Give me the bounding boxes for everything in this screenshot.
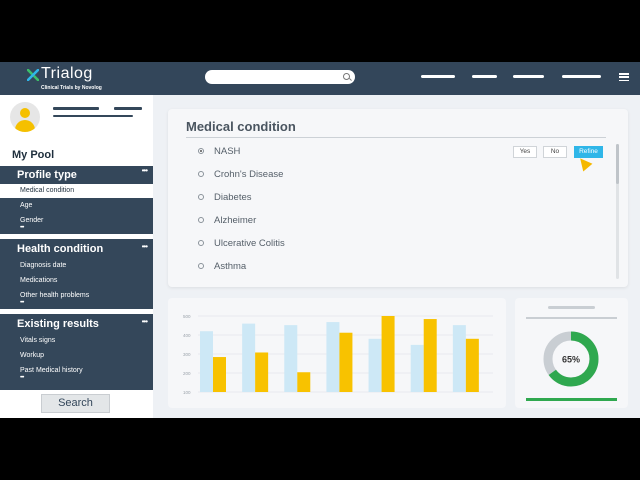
profile-type-section: Profile type ••• Medical condition Age G… — [0, 166, 153, 234]
donut-subtitle-placeholder — [526, 317, 617, 319]
section-title: Existing results — [17, 318, 99, 330]
app-tagline: Clinical Trials by Novolog — [41, 85, 102, 91]
more-items-icon[interactable]: ••• — [20, 300, 24, 306]
bar-series-2[interactable] — [213, 357, 226, 392]
refine-button[interactable]: Refine — [574, 146, 603, 158]
profile-line-placeholder — [53, 115, 133, 117]
sidebar-item-diagnosis-date[interactable]: Diagnosis date — [20, 262, 66, 269]
app-window: Trialog Clinical Trials by Novolog My Po… — [0, 62, 640, 418]
app-name: Trialog — [41, 65, 93, 82]
section-title: Profile type — [17, 169, 77, 181]
more-icon[interactable]: ••• — [142, 317, 148, 326]
radio-selected-icon[interactable] — [198, 148, 204, 154]
bar-chart-card: 500 400 300 200 100 — [168, 298, 506, 408]
bar-series-1[interactable] — [200, 331, 213, 392]
bar-series-1[interactable] — [284, 325, 298, 392]
sidebar-item-label: Medical condition — [20, 187, 75, 194]
sidebar-item-workup[interactable]: Workup — [20, 352, 44, 359]
sidebar-item-vitals-signs[interactable]: Vitals signs — [20, 337, 55, 344]
panel-title: Medical condition — [186, 119, 296, 134]
bar-series-2[interactable] — [465, 338, 479, 392]
option-label: NASH — [214, 146, 241, 157]
existing-results-section: Existing results ••• Vitals signs Workup… — [0, 314, 153, 390]
section-title: Health condition — [17, 243, 104, 255]
search-input[interactable] — [205, 70, 355, 84]
bar-series-1[interactable] — [452, 325, 466, 392]
bar-series-1[interactable] — [410, 344, 424, 392]
hamburger-menu-icon[interactable] — [619, 73, 629, 82]
profile-name-placeholder — [53, 107, 99, 110]
nav-link-2[interactable] — [472, 75, 497, 78]
profile-meta-placeholder — [114, 107, 142, 110]
search-button[interactable]: Search — [41, 394, 110, 413]
bar-series-2[interactable] — [381, 316, 395, 392]
top-header: Trialog Clinical Trials by Novolog — [0, 62, 640, 95]
sidebar-item-medications[interactable]: Medications — [20, 277, 57, 284]
donut-percentage-label: 65% — [562, 355, 580, 365]
logo-icon — [27, 69, 39, 81]
option-label: Alzheimer — [214, 215, 257, 226]
y-tick-label: 300 — [183, 352, 191, 357]
bar-series-1[interactable] — [242, 323, 256, 392]
y-tick-label: 400 — [183, 333, 191, 338]
my-pool-title: My Pool — [12, 149, 55, 161]
search-icon[interactable] — [343, 73, 350, 80]
donut-title-placeholder — [548, 306, 595, 309]
nav-link-1[interactable] — [421, 75, 455, 78]
more-items-icon[interactable]: ••• — [20, 375, 24, 381]
sidebar-item-other-health-problems[interactable]: Other health problems — [20, 292, 89, 299]
bar-series-2[interactable] — [297, 372, 311, 392]
bar-series-1[interactable] — [368, 338, 382, 392]
option-label: Crohn's Disease — [214, 169, 284, 180]
radio-icon[interactable] — [198, 171, 204, 177]
radio-icon[interactable] — [198, 263, 204, 269]
y-tick-label: 500 — [183, 314, 191, 319]
no-button[interactable]: No — [543, 146, 567, 158]
y-tick-label: 100 — [183, 390, 191, 395]
bar-series-2[interactable] — [339, 332, 353, 392]
sidebar-item-past-medical-history[interactable]: Past Medical history — [20, 367, 83, 374]
option-label: Diabetes — [214, 192, 252, 203]
more-items-icon[interactable]: ••• — [20, 225, 24, 231]
nav-link-3[interactable] — [513, 75, 544, 78]
more-icon[interactable]: ••• — [142, 242, 148, 251]
scrollbar[interactable] — [616, 144, 619, 279]
radio-icon[interactable] — [198, 240, 204, 246]
sidebar-item-gender[interactable]: Gender — [20, 217, 43, 224]
scrollbar-thumb[interactable] — [616, 144, 619, 184]
sidebar-item-medical-condition[interactable]: Medical condition — [0, 184, 153, 198]
donut-chart-card: 65% — [515, 298, 628, 408]
nav-link-4[interactable] — [562, 75, 601, 78]
donut-footer-bar — [526, 398, 617, 401]
more-icon[interactable]: ••• — [142, 166, 148, 175]
donut-chart: 65% — [526, 306, 617, 401]
y-tick-label: 200 — [183, 371, 191, 376]
avatar[interactable] — [10, 102, 40, 132]
health-condition-section: Health condition ••• Diagnosis date Medi… — [0, 239, 153, 309]
user-profile — [0, 95, 153, 143]
bar-series-2[interactable] — [423, 319, 437, 392]
medical-condition-panel: Medical condition NASH Crohn's Disease D… — [168, 109, 628, 287]
bar-series-2[interactable] — [255, 352, 269, 392]
bar-series-1[interactable] — [326, 322, 340, 392]
sidebar-item-age[interactable]: Age — [20, 202, 32, 209]
bar-chart: 500 400 300 200 100 — [183, 314, 493, 395]
yes-button[interactable]: Yes — [513, 146, 537, 158]
option-label: Ulcerative Colitis — [214, 238, 285, 249]
option-label: Asthma — [214, 261, 247, 272]
divider — [186, 137, 606, 138]
radio-icon[interactable] — [198, 194, 204, 200]
radio-icon[interactable] — [198, 217, 204, 223]
sidebar: My Pool Profile type ••• Medical conditi… — [0, 95, 153, 418]
